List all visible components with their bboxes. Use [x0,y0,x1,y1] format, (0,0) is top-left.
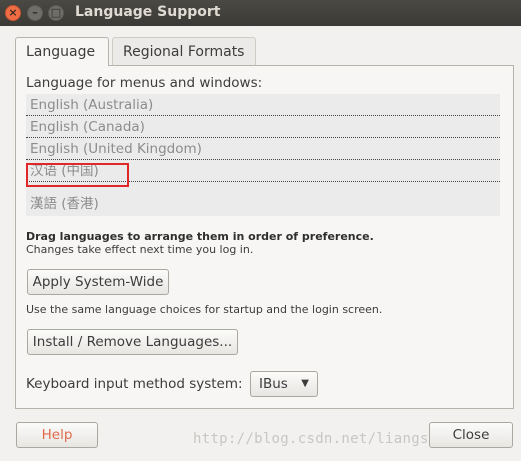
tab-regional-formats[interactable]: Regional Formats [112,37,256,65]
list-item[interactable]: English (Australia) [26,94,500,116]
keyboard-input-value: IBus [259,376,288,392]
drag-hint: Drag languages to arrange them in order … [26,230,374,243]
chevron-down-icon: ▼ [301,378,309,389]
help-button[interactable]: Help [16,422,98,448]
apply-description: Use the same language choices for startu… [26,303,383,316]
effect-hint: Changes take effect next time you log in… [26,243,254,256]
list-item[interactable]: English (United Kingdom) [26,138,500,160]
apply-system-wide-button[interactable]: Apply System-Wide [27,269,169,295]
list-item[interactable]: 漢語 (香港) [26,193,500,215]
list-item[interactable]: English (Canada) [26,116,500,138]
close-button[interactable]: Close [429,422,513,448]
window-title: Language Support [75,4,221,20]
language-list-label: Language for menus and windows: [26,75,263,91]
keyboard-input-select[interactable]: IBus ▼ [250,371,318,397]
minimize-window-icon[interactable]: – [27,5,43,21]
close-window-icon[interactable]: × [5,5,21,21]
titlebar: × – □ Language Support [0,0,521,26]
keyboard-input-label: Keyboard input method system: [26,376,243,392]
install-remove-languages-button[interactable]: Install / Remove Languages... [27,329,238,355]
highlight-annotation [26,163,129,187]
tab-language[interactable]: Language [15,37,109,66]
maximize-window-icon[interactable]: □ [48,5,64,21]
language-list[interactable]: English (Australia) English (Canada) Eng… [26,94,500,216]
